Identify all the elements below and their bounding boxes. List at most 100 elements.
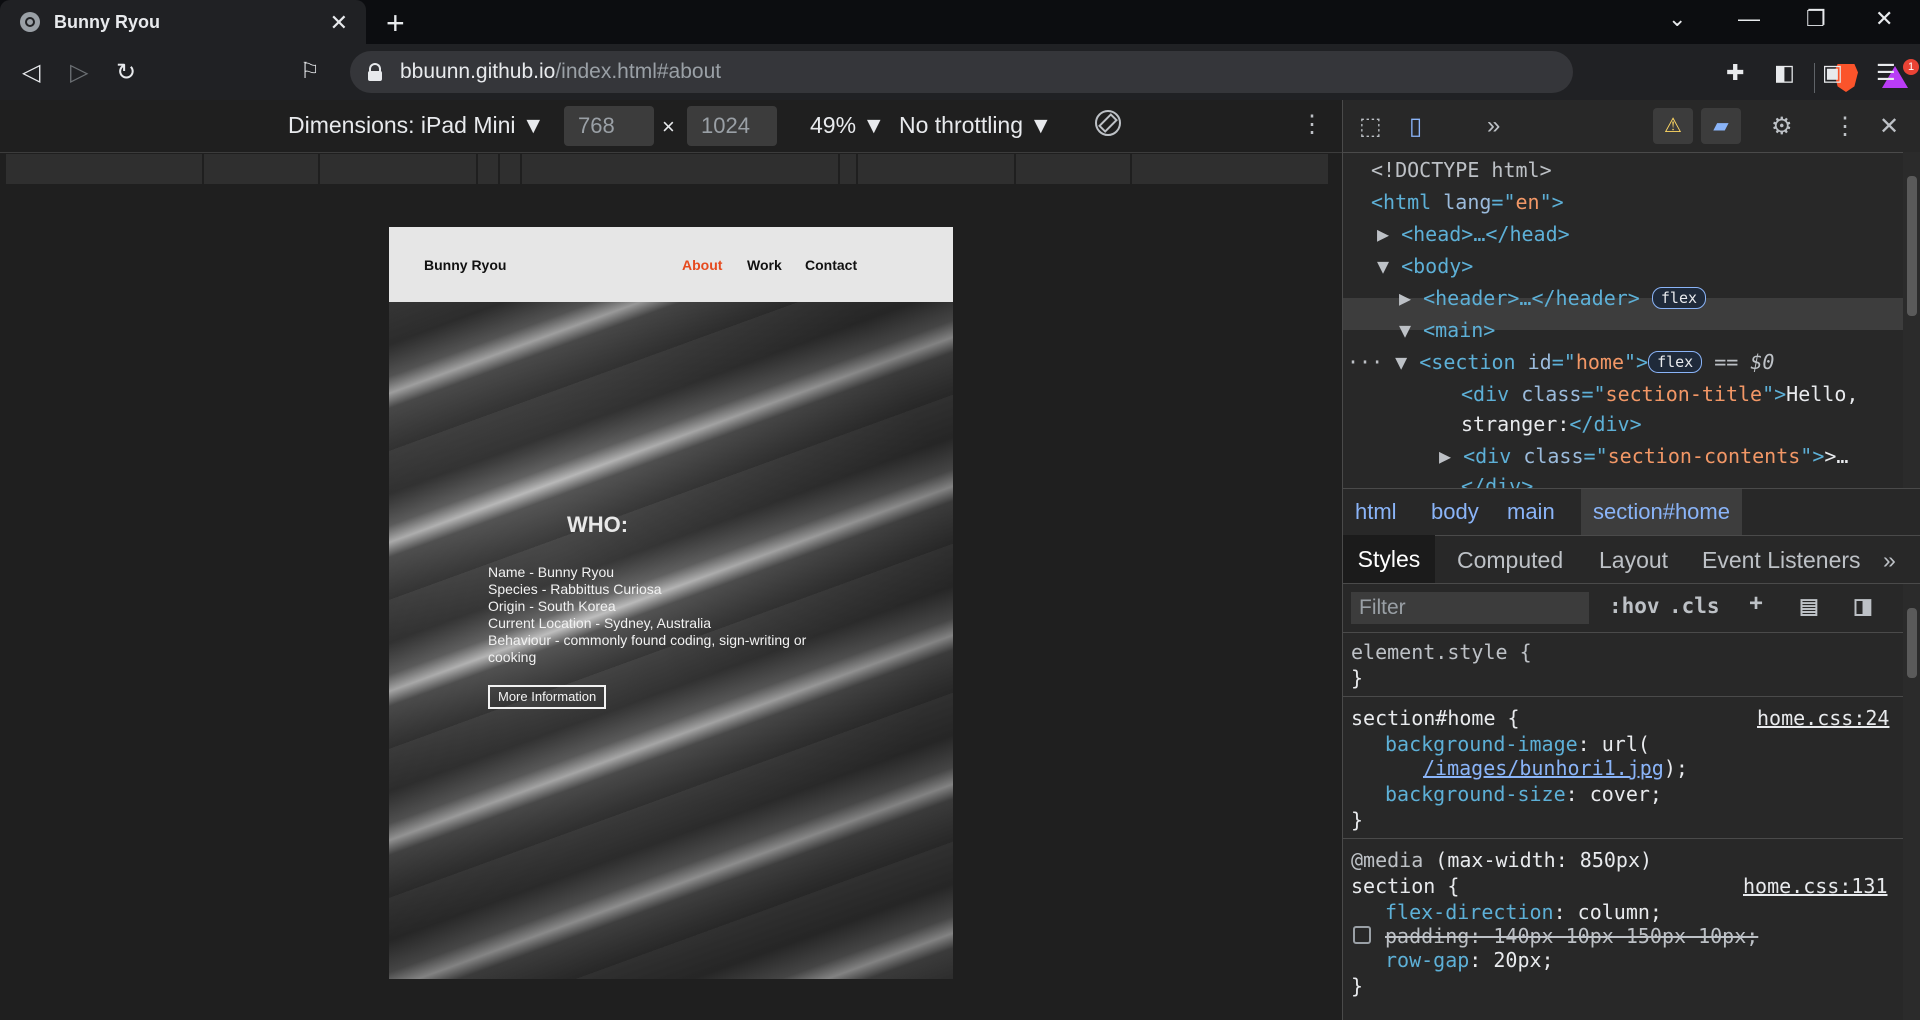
styles-scrollbar[interactable] — [1903, 584, 1920, 1020]
rule-source-link[interactable]: home.css:131 — [1743, 874, 1888, 898]
lock-icon[interactable] — [368, 63, 382, 81]
throttling-select[interactable]: No throttling ▼ — [899, 112, 1052, 139]
element-style-rule[interactable]: element.style { — [1351, 640, 1532, 664]
tab-styles[interactable]: Styles — [1343, 535, 1435, 583]
devtools-menu-icon[interactable]: ⋮ — [1833, 112, 1857, 141]
sidebar-icon[interactable]: ◧ — [1774, 60, 1795, 86]
expand-arrow-icon[interactable]: ▶ — [1377, 222, 1401, 246]
url-text[interactable]: bbuunn.github.io/index.html#about — [400, 60, 721, 84]
flex-badge[interactable]: flex — [1651, 287, 1707, 309]
reload-icon[interactable]: ↻ — [116, 58, 136, 87]
rotate-icon[interactable] — [1095, 110, 1121, 136]
minimize-button[interactable]: — — [1738, 6, 1760, 32]
dom-section-title-text[interactable]: stranger:</div> — [1461, 412, 1642, 436]
nav-about[interactable]: About — [682, 257, 722, 273]
flex-badge[interactable]: flex — [1648, 351, 1703, 373]
media-query-segment[interactable] — [320, 154, 476, 184]
scrollbar-thumb[interactable] — [1907, 176, 1917, 316]
media-query-bar[interactable] — [6, 154, 1334, 184]
menu-icon[interactable]: ☰ — [1876, 60, 1896, 86]
media-query-segment[interactable] — [6, 154, 202, 184]
address-bar[interactable]: bbuunn.github.io/index.html#about 1 — [350, 51, 1919, 93]
new-tab-button[interactable]: + — [386, 5, 405, 42]
browser-tab[interactable]: Bunny Ryou ✕ — [0, 0, 366, 44]
new-rule-icon[interactable]: + — [1749, 590, 1763, 618]
back-icon[interactable]: ◁ — [22, 58, 40, 87]
bookmark-icon[interactable]: ⚐ — [300, 58, 320, 84]
declaration-flex-direction[interactable]: flex-direction: column; — [1385, 900, 1662, 924]
device-width-input[interactable]: 768 — [564, 106, 654, 146]
tab-layout[interactable]: Layout — [1599, 547, 1668, 574]
breadcrumb-body[interactable]: body — [1431, 499, 1479, 525]
media-query-segment[interactable] — [478, 154, 498, 184]
extensions-icon[interactable]: ✚ — [1726, 60, 1744, 86]
restore-button[interactable]: ❐ — [1806, 6, 1826, 32]
paint-brush-icon[interactable]: ▤ — [1799, 594, 1819, 619]
dom-body-node[interactable]: ▼ <body> — [1377, 254, 1473, 278]
inspect-element-icon[interactable]: ⬚ — [1359, 112, 1382, 141]
close-window-button[interactable]: ✕ — [1875, 6, 1893, 32]
media-query-segment[interactable] — [858, 154, 1014, 184]
dom-html-node[interactable]: <html lang="en"> — [1371, 190, 1564, 214]
toggle-sidebar-icon[interactable]: ◨ — [1853, 594, 1873, 619]
rule-selector-section[interactable]: section { — [1351, 874, 1459, 898]
declaration-background-size[interactable]: background-size: cover; — [1385, 782, 1662, 806]
media-query-segment[interactable] — [500, 154, 520, 184]
site-brand[interactable]: Bunny Ryou — [424, 257, 506, 273]
message-icon[interactable]: ▰ — [1701, 108, 1741, 144]
settings-gear-icon[interactable]: ⚙ — [1771, 112, 1793, 141]
dom-head-node[interactable]: ▶ <head>…</head> — [1377, 222, 1570, 246]
device-dimensions-select[interactable]: Dimensions: iPad Mini ▼ — [288, 112, 545, 139]
more-options-icon[interactable]: ⋮ — [1300, 110, 1324, 139]
media-query-segment[interactable] — [1016, 154, 1130, 184]
collapse-arrow-icon[interactable]: ▼ — [1395, 350, 1419, 374]
device-toggle-icon[interactable]: ▯ — [1409, 112, 1422, 141]
declaration-padding-disabled[interactable]: padding: 140px 10px 150px 10px; — [1385, 924, 1758, 948]
breadcrumb: html body main section#home — [1343, 488, 1920, 536]
nav-work[interactable]: Work — [747, 257, 782, 273]
scrollbar-thumb[interactable] — [1907, 608, 1917, 678]
nav-contact[interactable]: Contact — [805, 257, 857, 273]
close-tab-icon[interactable]: ✕ — [330, 10, 348, 36]
device-height-input[interactable]: 1024 — [687, 106, 777, 146]
dom-main-node[interactable]: ▼ <main> — [1399, 318, 1495, 342]
hover-state-toggle[interactable]: :hov — [1609, 594, 1660, 618]
declaration-toggle-checkbox[interactable] — [1353, 926, 1371, 944]
more-tabs-icon[interactable]: » — [1487, 112, 1500, 140]
more-subtabs-icon[interactable]: » — [1883, 547, 1896, 574]
dom-section-title-node[interactable]: <div class="section-title">Hello, — [1461, 382, 1858, 406]
media-query-segment[interactable] — [840, 154, 856, 184]
breadcrumb-html[interactable]: html — [1355, 499, 1397, 525]
breadcrumb-section[interactable]: section#home — [1581, 489, 1742, 535]
expand-arrow-icon[interactable]: ▶ — [1399, 286, 1423, 310]
tab-event-listeners[interactable]: Event Listeners — [1702, 547, 1861, 574]
collapse-arrow-icon[interactable]: ▼ — [1399, 318, 1423, 342]
breadcrumb-main[interactable]: main — [1507, 499, 1555, 525]
rule-selector-section-home[interactable]: section#home { — [1351, 706, 1520, 730]
tab-computed[interactable]: Computed — [1457, 547, 1563, 574]
declaration-row-gap[interactable]: row-gap: 20px; — [1385, 948, 1554, 972]
tab-search-icon[interactable]: ⌄ — [1668, 6, 1686, 32]
media-query-segment[interactable] — [204, 154, 318, 184]
forward-icon[interactable]: ▷ — [70, 58, 88, 87]
media-query-segment[interactable] — [1132, 154, 1328, 184]
expand-arrow-icon[interactable]: ▶ — [1439, 444, 1463, 468]
dom-section-node[interactable]: ··· ▼ <section id="home"> flex == $0 — [1347, 350, 1774, 374]
elements-scrollbar[interactable] — [1903, 152, 1920, 488]
collapse-arrow-icon[interactable]: ▼ — [1377, 254, 1401, 278]
class-toggle[interactable]: .cls — [1669, 594, 1720, 618]
more-information-button[interactable]: More Information — [488, 685, 607, 709]
declaration-url-value[interactable]: /images/bunhori1.jpg); — [1423, 756, 1688, 780]
declaration-background-image[interactable]: background-image: url( — [1385, 732, 1650, 756]
styles-filter-input[interactable]: Filter — [1351, 592, 1589, 624]
ellipsis-icon[interactable]: ··· — [1347, 350, 1395, 374]
wallet-icon[interactable]: ▣ — [1822, 60, 1843, 86]
media-query-segment[interactable] — [522, 154, 838, 184]
warning-icon[interactable]: ⚠ — [1653, 108, 1693, 144]
dom-section-contents-node[interactable]: ▶ <div class="section-contents">>… — [1439, 444, 1848, 468]
dom-doctype[interactable]: <!DOCTYPE html> — [1371, 158, 1552, 182]
close-devtools-icon[interactable]: ✕ — [1879, 112, 1899, 141]
dom-header-node[interactable]: ▶ <header>…</header> flex — [1399, 286, 1707, 310]
rule-source-link[interactable]: home.css:24 — [1757, 706, 1889, 730]
zoom-select[interactable]: 49% ▼ — [810, 112, 885, 139]
